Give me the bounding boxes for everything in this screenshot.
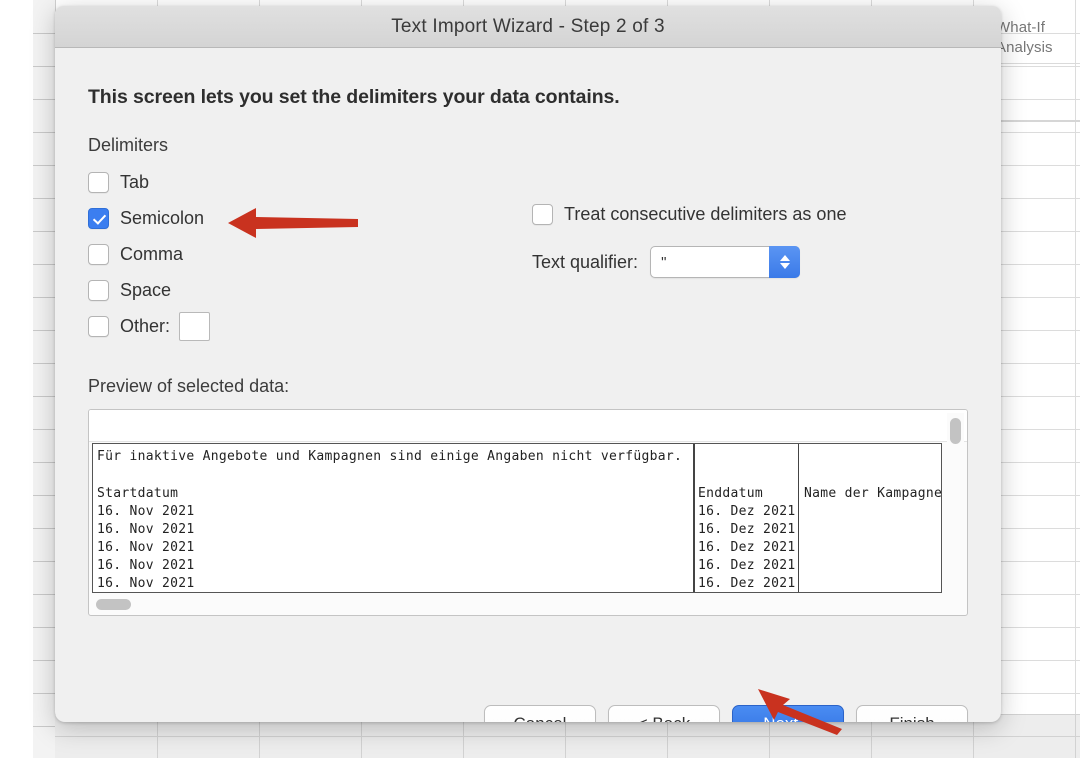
preview-cell: 16. Nov 2021 [97,558,195,573]
preview-header-cell: Startdatum [97,486,178,501]
preview-column-startdatum[interactable]: Startdatum 16. Nov 2021 16. Nov 2021 16.… [93,444,693,592]
delimiter-row-semicolon[interactable]: Semicolon [88,200,508,236]
preview-cell: 16. Nov 2021 [97,504,195,519]
finish-button[interactable]: Finish [856,705,968,722]
label-text-qualifier: Text qualifier: [532,252,638,273]
ribbon-label-line-2: Analysis [996,38,1080,58]
label-space: Space [120,280,171,301]
delimiters-group: Tab Semicolon Comma Space [88,164,508,344]
checkbox-space[interactable] [88,280,109,301]
cancel-button[interactable]: Cancel [484,705,596,722]
delimiter-row-comma[interactable]: Comma [88,236,508,272]
dialog-headline: This screen lets you set the delimiters … [88,86,968,109]
text-qualifier-row: Text qualifier: " [532,246,962,278]
preview-header-cell: Enddatum [698,486,763,501]
preview-label: Preview of selected data: [88,376,968,397]
label-tab: Tab [120,172,149,193]
chevron-up-icon [780,255,790,261]
scrollbar-thumb-vertical[interactable] [950,418,961,444]
label-semicolon: Semicolon [120,208,204,229]
dialog-body: This screen lets you set the delimiters … [55,86,1001,722]
dialog-titlebar[interactable]: Text Import Wizard - Step 2 of 3 [55,6,1001,48]
preview-cell: 16. Nov 2021 [97,522,195,537]
preview-cell: 16. Nov 2021 [97,540,195,555]
dialog-title: Text Import Wizard - Step 2 of 3 [391,16,665,38]
ribbon-what-if-analysis[interactable]: What-If Analysis [996,18,1080,58]
label-consecutive-delimiters: Treat consecutive delimiters as one [564,204,846,225]
preview-panel[interactable]: Für inaktive Angebote und Kampagnen sind… [88,409,968,616]
scrollbar-thumb-horizontal[interactable] [96,599,131,610]
preview-cell: 16. Dez 2021 [698,576,796,591]
ribbon-label-line-1: What-If [996,18,1080,38]
chevron-down-icon [780,263,790,269]
next-button[interactable]: Next > [732,705,844,722]
preview-header-cell: Name der Kampagne [804,486,942,501]
text-qualifier-combobox[interactable]: " [650,246,800,278]
checkbox-other[interactable] [88,316,109,337]
dialog-button-bar: Cancel < Back Next > Finish [484,705,968,722]
sheet-left-margin [0,0,33,758]
label-comma: Comma [120,244,183,265]
delimiters-section-label: Delimiters [88,135,968,156]
checkbox-comma[interactable] [88,244,109,265]
options-group: Treat consecutive delimiters as one Text… [532,196,962,278]
preview-cell: 16. Dez 2021 [698,558,796,573]
screen: What-If Analysis Text Import Wizard - St… [0,0,1080,758]
checkbox-semicolon[interactable] [88,208,109,229]
preview-cell: 16. Dez 2021 [698,522,796,537]
preview-column-kampagne[interactable]: Name der Kampagne [800,444,942,592]
label-other: Other: [120,316,170,337]
stepper-icon[interactable] [769,246,800,278]
text-import-wizard-dialog: Text Import Wizard - Step 2 of 3 This sc… [55,6,1001,722]
other-delimiter-input[interactable] [179,312,210,341]
ribbon-divider-2 [990,120,1080,122]
delimiter-row-other[interactable]: Other: [88,308,508,344]
row-header-strip[interactable] [33,0,56,758]
preview-table[interactable]: Für inaktive Angebote und Kampagnen sind… [92,443,942,593]
checkbox-tab[interactable] [88,172,109,193]
preview-column-enddatum[interactable]: Enddatum 16. Dez 2021 16. Dez 2021 16. D… [694,444,799,592]
options-columns: Tab Semicolon Comma Space [88,164,968,354]
preview-header-strip [89,410,967,442]
preview-cell: 16. Dez 2021 [698,504,796,519]
preview-cell: 16. Nov 2021 [97,576,195,591]
checkbox-consecutive-delimiters[interactable] [532,204,553,225]
preview-cell: 16. Dez 2021 [698,540,796,555]
text-qualifier-value: " [651,254,666,271]
preview-horizontal-scrollbar[interactable] [92,596,964,613]
delimiter-row-space[interactable]: Space [88,272,508,308]
preview-vertical-scrollbar[interactable] [947,413,964,595]
consecutive-delimiters-row[interactable]: Treat consecutive delimiters as one [532,196,962,232]
back-button[interactable]: < Back [608,705,720,722]
delimiter-row-tab[interactable]: Tab [88,164,508,200]
ribbon-divider [990,63,1080,64]
